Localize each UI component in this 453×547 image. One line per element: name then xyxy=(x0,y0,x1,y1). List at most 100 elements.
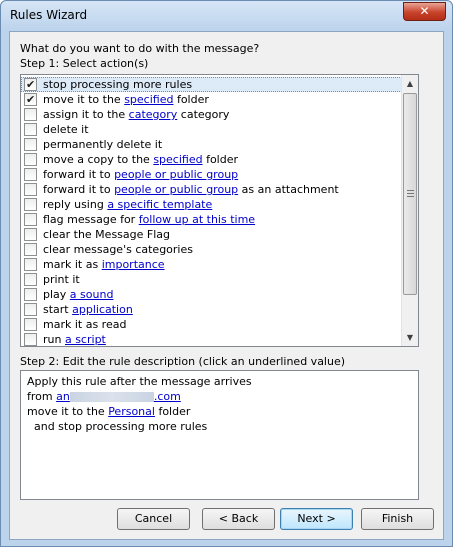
action-item[interactable]: forward it to people or public group as … xyxy=(21,182,402,197)
action-checkbox[interactable] xyxy=(24,318,37,331)
action-item[interactable]: run a script xyxy=(21,332,402,347)
action-link[interactable]: people or public group xyxy=(114,183,238,196)
action-link[interactable]: importance xyxy=(102,258,165,271)
description-line-4: and stop processing more rules xyxy=(27,420,208,433)
action-link[interactable]: a sound xyxy=(70,288,114,301)
close-button[interactable]: ✕ xyxy=(403,2,446,21)
step1-label: Step 1: Select action(s) xyxy=(20,57,149,70)
title-bar[interactable]: Rules Wizard ✕ xyxy=(1,1,452,31)
action-checkbox[interactable] xyxy=(24,243,37,256)
dialog-client: What do you want to do with the message?… xyxy=(9,31,444,540)
close-icon: ✕ xyxy=(419,4,430,18)
action-checkbox[interactable] xyxy=(24,183,37,196)
action-checkbox[interactable] xyxy=(24,138,37,151)
description-folder-text: folder xyxy=(154,405,191,418)
action-label: clear the Message Flag xyxy=(43,228,170,241)
action-link[interactable]: people or public group xyxy=(114,168,238,181)
action-checkbox[interactable] xyxy=(24,213,37,226)
action-checkbox[interactable] xyxy=(24,108,37,121)
action-label: flag message for xyxy=(43,213,139,226)
action-checkbox[interactable] xyxy=(24,273,37,286)
action-checkbox[interactable] xyxy=(24,77,37,92)
action-item[interactable]: mark it as importance xyxy=(21,257,402,272)
action-link[interactable]: follow up at this time xyxy=(139,213,255,226)
action-link[interactable]: a script xyxy=(65,333,106,346)
action-item[interactable]: print it xyxy=(21,272,402,287)
scroll-thumb[interactable] xyxy=(403,93,417,295)
action-label: move a copy to the xyxy=(43,153,154,166)
action-label-suffix: folder xyxy=(202,153,239,166)
actions-scrollbar[interactable]: ▲ ▼ xyxy=(401,75,418,346)
action-item[interactable]: flag message for follow up at this time xyxy=(21,212,402,227)
action-label: print it xyxy=(43,273,80,286)
window-title: Rules Wizard xyxy=(10,8,88,22)
actions-list: stop processing more rulesmove it to the… xyxy=(21,77,402,347)
action-checkbox[interactable] xyxy=(24,288,37,301)
action-label: assign it to the xyxy=(43,108,129,121)
cancel-button[interactable]: Cancel xyxy=(117,508,190,530)
action-checkbox[interactable] xyxy=(24,333,37,346)
action-link[interactable]: application xyxy=(72,303,133,316)
action-item[interactable]: delete it xyxy=(21,122,402,137)
action-item[interactable]: start application xyxy=(21,302,402,317)
rule-description-box: Apply this rule after the message arrive… xyxy=(20,370,419,500)
action-link[interactable]: specified xyxy=(153,153,202,166)
action-label: reply using xyxy=(43,198,108,211)
action-item[interactable]: stop processing more rules xyxy=(21,77,402,92)
action-item[interactable]: move it to the specified folder xyxy=(21,92,402,107)
action-link[interactable]: category xyxy=(129,108,178,121)
description-line-1: Apply this rule after the message arrive… xyxy=(27,375,252,388)
action-link[interactable]: specified xyxy=(124,93,173,106)
action-label: mark it as read xyxy=(43,318,127,331)
action-item[interactable]: mark it as read xyxy=(21,317,402,332)
question-label: What do you want to do with the message? xyxy=(20,42,260,55)
action-label-suffix: category xyxy=(177,108,230,121)
redacted-address xyxy=(69,392,154,402)
step2-label: Step 2: Edit the rule description (click… xyxy=(20,355,346,368)
action-label: delete it xyxy=(43,123,89,136)
action-label: clear message's categories xyxy=(43,243,193,256)
action-label: start xyxy=(43,303,73,316)
action-label: mark it as xyxy=(43,258,102,271)
action-item[interactable]: clear the Message Flag xyxy=(21,227,402,242)
action-label: move it to the xyxy=(43,93,125,106)
action-label: forward it to xyxy=(43,168,115,181)
action-checkbox[interactable] xyxy=(24,258,37,271)
action-checkbox[interactable] xyxy=(24,92,37,107)
rules-wizard-window: Rules Wizard ✕ What do you want to do wi… xyxy=(0,0,453,547)
scroll-grip-icon xyxy=(407,190,414,197)
scroll-up-arrow-icon[interactable]: ▲ xyxy=(402,75,418,92)
sender-address-link[interactable]: an .com xyxy=(56,390,181,403)
action-label-suffix: as an attachment xyxy=(238,183,339,196)
action-label: run xyxy=(43,333,65,346)
action-item[interactable]: reply using a specific template xyxy=(21,197,402,212)
finish-button[interactable]: Finish xyxy=(361,508,434,530)
next-button[interactable]: Next > xyxy=(280,508,353,530)
scroll-down-arrow-icon[interactable]: ▼ xyxy=(402,329,418,346)
description-line-2: from an .com xyxy=(27,389,412,404)
action-label-suffix: folder xyxy=(173,93,209,106)
actions-listbox[interactable]: stop processing more rulesmove it to the… xyxy=(20,74,419,347)
action-item[interactable]: play a sound xyxy=(21,287,402,302)
action-checkbox[interactable] xyxy=(24,198,37,211)
description-line-3: move it to the Personal folder xyxy=(27,404,412,419)
action-checkbox[interactable] xyxy=(24,153,37,166)
action-label: permanently delete it xyxy=(43,138,163,151)
description-from-text: from xyxy=(27,390,57,403)
action-link[interactable]: a specific template xyxy=(107,198,212,211)
back-button[interactable]: < Back xyxy=(202,508,275,530)
action-checkbox[interactable] xyxy=(24,228,37,241)
action-label: stop processing more rules xyxy=(43,78,193,91)
action-checkbox[interactable] xyxy=(24,123,37,136)
action-item[interactable]: move a copy to the specified folder xyxy=(21,152,402,167)
folder-personal-link[interactable]: Personal xyxy=(108,405,155,418)
action-label: forward it to xyxy=(43,183,115,196)
action-item[interactable]: forward it to people or public group xyxy=(21,167,402,182)
action-item[interactable]: assign it to the category category xyxy=(21,107,402,122)
action-checkbox[interactable] xyxy=(24,303,37,316)
action-item[interactable]: permanently delete it xyxy=(21,137,402,152)
action-label: play xyxy=(43,288,70,301)
action-checkbox[interactable] xyxy=(24,168,37,181)
description-move-text: move it to the xyxy=(27,405,109,418)
action-item[interactable]: clear message's categories xyxy=(21,242,402,257)
